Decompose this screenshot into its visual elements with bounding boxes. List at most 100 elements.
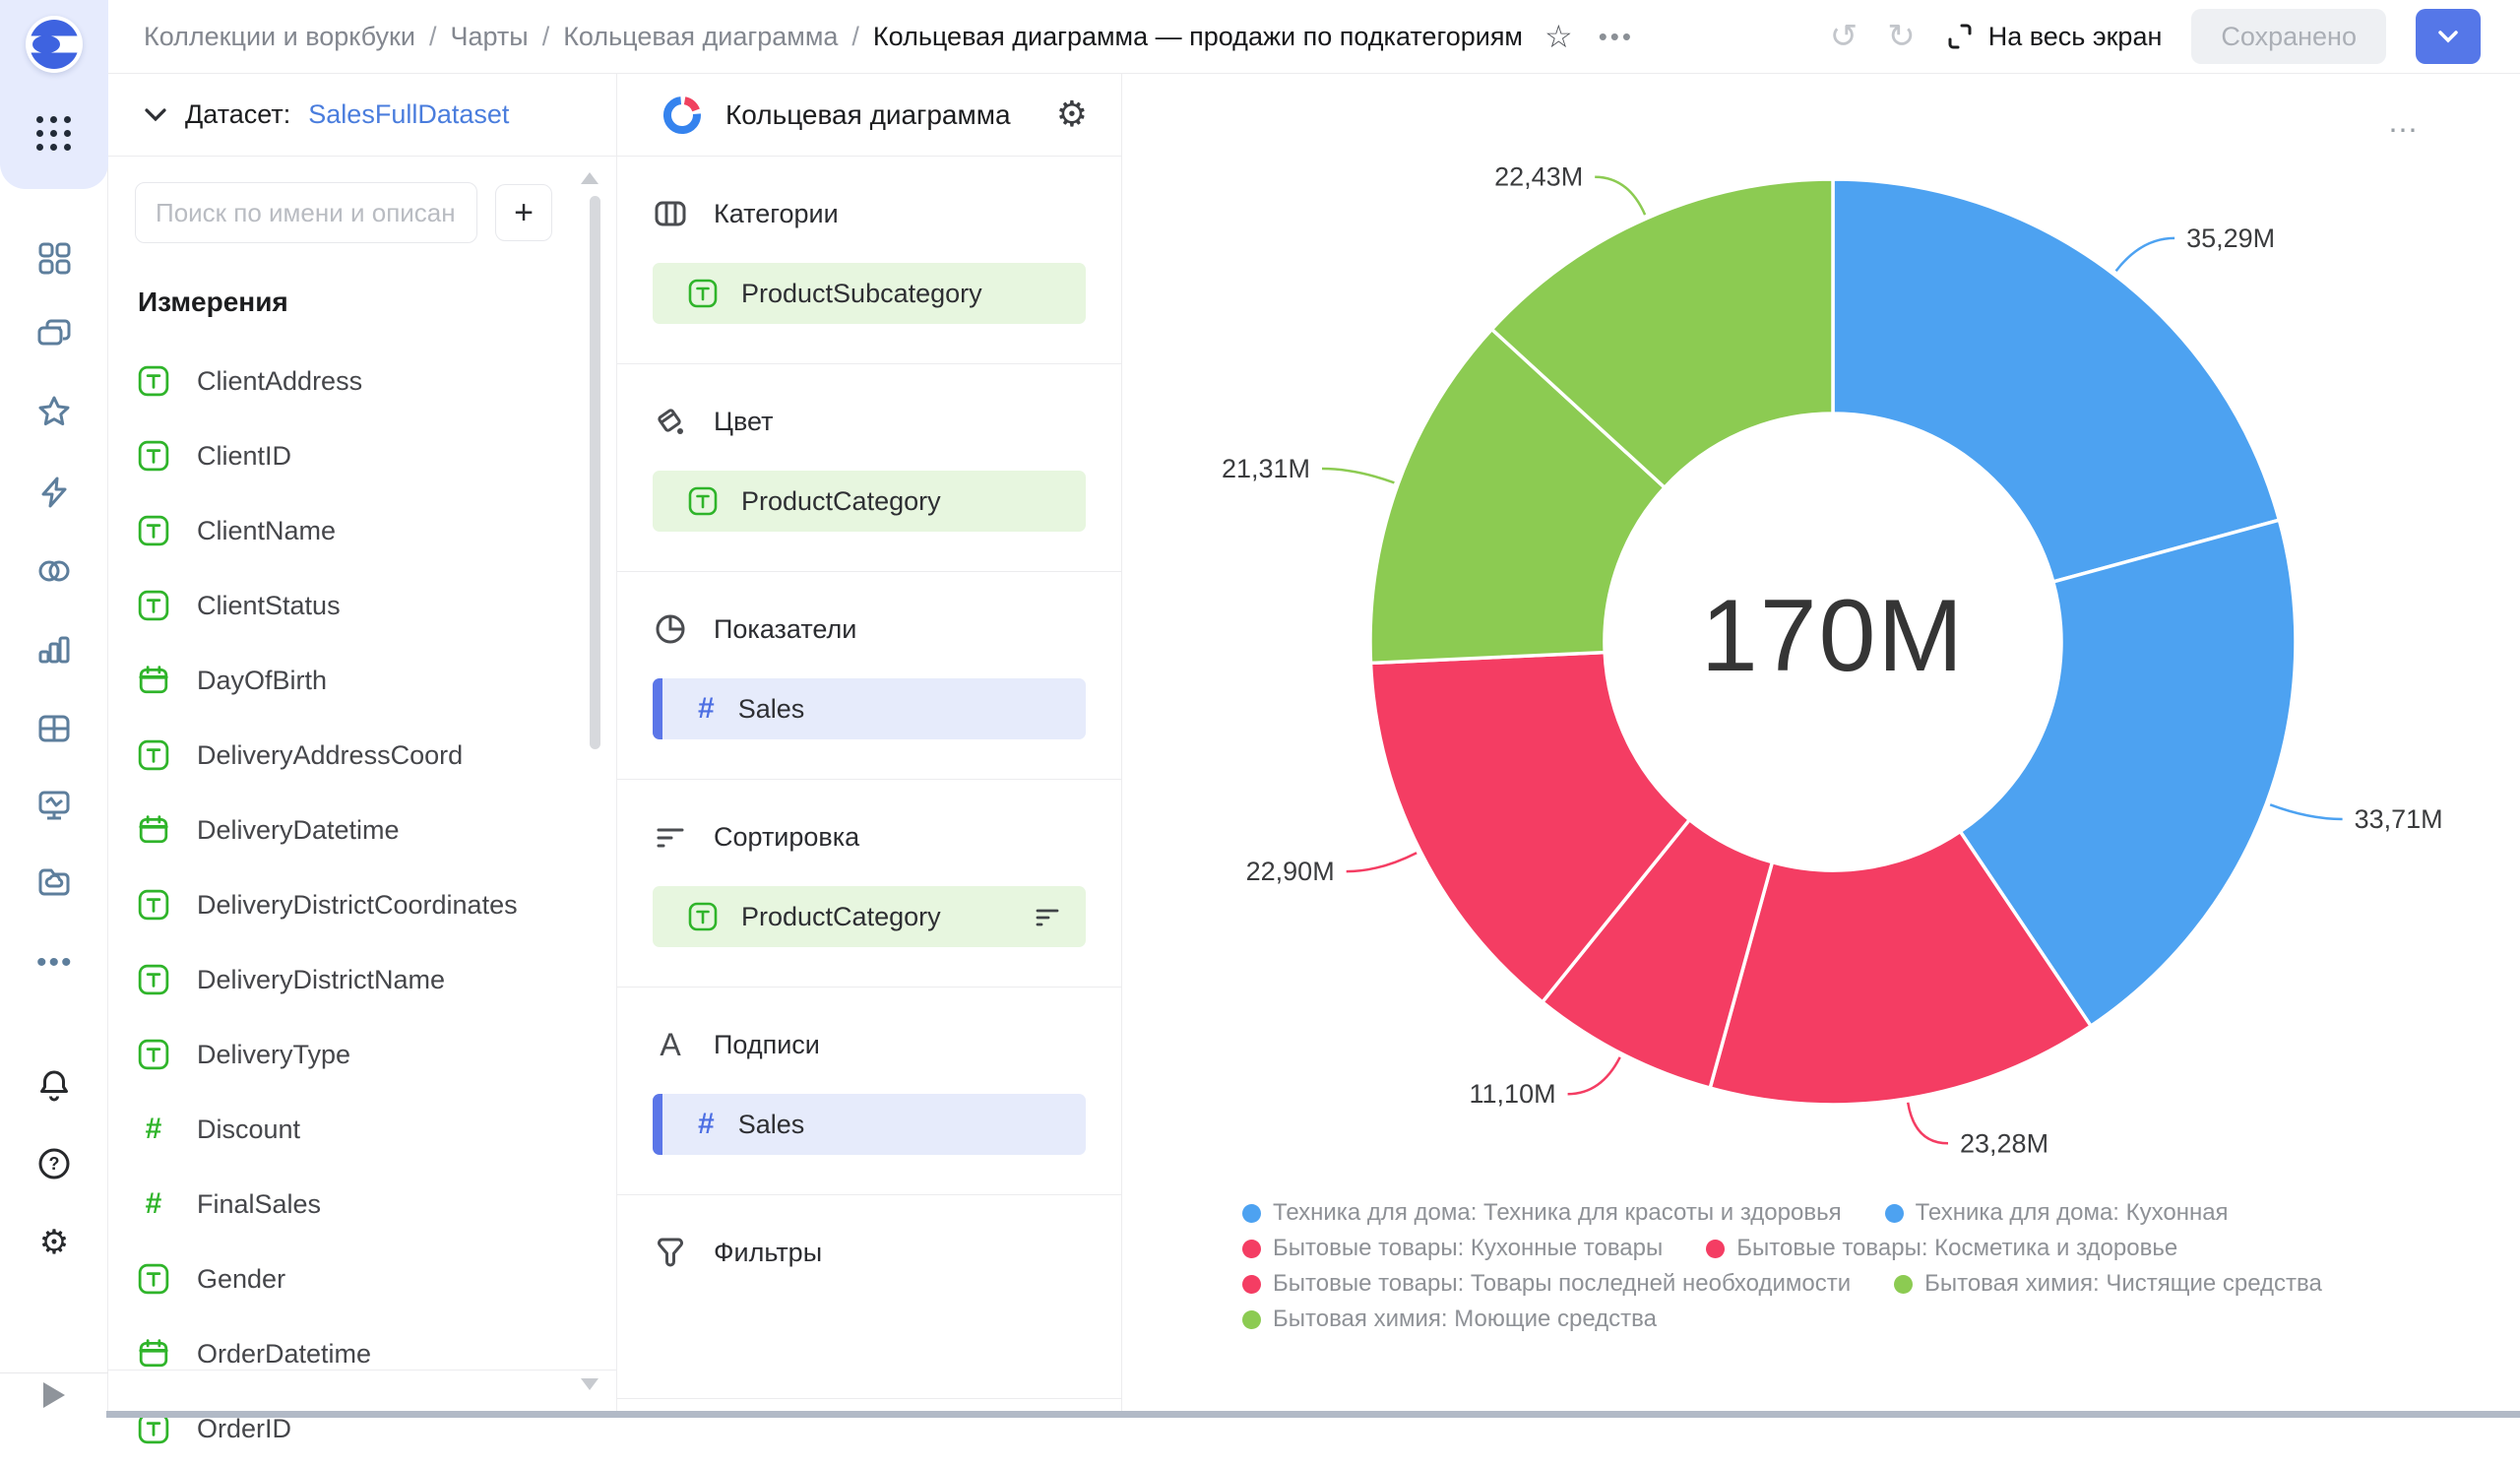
sidebar-item-datasets[interactable] bbox=[36, 553, 72, 589]
sidebar-item-collections[interactable] bbox=[36, 317, 72, 352]
two-circles-icon bbox=[36, 553, 72, 589]
legend-item[interactable]: Бытовые товары: Кухонные товары bbox=[1242, 1235, 1663, 1262]
legend-item[interactable]: Бытовые товары: Товары последней необход… bbox=[1242, 1270, 1851, 1298]
field-row[interactable]: DeliveryDistrictName bbox=[108, 942, 616, 1017]
pill-label: ProductCategory bbox=[741, 902, 941, 932]
sidebar-item-charts[interactable] bbox=[36, 632, 72, 668]
sidebar-item-tables[interactable] bbox=[36, 711, 72, 746]
redo-icon[interactable]: ↻ bbox=[1887, 20, 1916, 53]
title-more-icon[interactable]: ••• bbox=[1599, 22, 1634, 52]
field-row[interactable]: ClientAddress bbox=[108, 344, 616, 418]
datalens-logo[interactable] bbox=[26, 16, 83, 73]
field-row[interactable]: Gender bbox=[108, 1242, 616, 1316]
field-row[interactable]: DeliveryDatetime bbox=[108, 793, 616, 867]
scrollbar-thumb[interactable] bbox=[590, 196, 600, 749]
legend-dot bbox=[1242, 1275, 1261, 1294]
chart-config-panel: Кольцевая диаграмма ⚙ Категории ProductS… bbox=[617, 74, 1122, 1418]
field-row[interactable]: #Discount bbox=[108, 1092, 616, 1167]
donut-center-total: 170M bbox=[1636, 578, 2030, 695]
dataset-name-link[interactable]: SalesFullDataset bbox=[308, 99, 509, 130]
sidebar-item-connections[interactable] bbox=[36, 475, 72, 510]
field-pill-sales-labels[interactable]: # Sales bbox=[653, 1094, 1086, 1155]
dataset-header[interactable]: Датасет: SalesFullDataset bbox=[108, 74, 616, 157]
dataset-panel: Датасет: SalesFullDataset + Измерения Cl… bbox=[108, 74, 617, 1418]
slice-value-label: 22,90M bbox=[1246, 857, 1335, 886]
breadcrumb-charts[interactable]: Чарты bbox=[450, 22, 528, 52]
bell-icon bbox=[36, 1067, 72, 1103]
field-pill-productcategory[interactable]: ProductCategory bbox=[653, 471, 1086, 532]
scroll-up-icon[interactable] bbox=[581, 172, 598, 184]
text-type-icon bbox=[688, 279, 718, 308]
field-row[interactable]: ClientID bbox=[108, 418, 616, 493]
field-row[interactable]: OrderID bbox=[108, 1391, 616, 1466]
lightning-icon bbox=[36, 475, 72, 510]
breadcrumb-workbook[interactable]: Кольцевая диаграмма bbox=[563, 22, 838, 52]
field-pill-productcategory-sort[interactable]: ProductCategory bbox=[653, 886, 1086, 947]
sidebar-item-favorites[interactable] bbox=[36, 394, 72, 429]
scroll-down-icon[interactable] bbox=[581, 1378, 598, 1390]
field-row[interactable]: DeliveryDistrictCoordinates bbox=[108, 867, 616, 942]
fullscreen-button[interactable]: На весь экран bbox=[1945, 22, 2163, 52]
field-name: DeliveryType bbox=[197, 1040, 350, 1070]
label-connector bbox=[1908, 1103, 1948, 1144]
field-name: ClientAddress bbox=[197, 366, 362, 397]
undo-icon[interactable]: ↺ bbox=[1830, 20, 1858, 53]
date-type-icon bbox=[138, 814, 169, 846]
field-name: DayOfBirth bbox=[197, 666, 327, 696]
field-row[interactable]: ClientStatus bbox=[108, 568, 616, 643]
dataset-label: Датасет: bbox=[185, 99, 290, 130]
field-row[interactable]: ClientName bbox=[108, 493, 616, 568]
settings-gear[interactable]: ⚙ bbox=[36, 1225, 72, 1260]
page-title: Кольцевая диаграмма — продажи по подкате… bbox=[873, 22, 1523, 52]
legend-dot bbox=[1706, 1240, 1725, 1258]
field-row[interactable]: OrderDatetime bbox=[108, 1316, 616, 1391]
svg-text:?: ? bbox=[49, 1154, 60, 1174]
text-type-icon bbox=[138, 365, 169, 397]
field-name: ClientID bbox=[197, 441, 291, 472]
field-pill-sales[interactable]: # Sales bbox=[653, 678, 1086, 739]
legend-label: Бытовая химия: Моющие средства bbox=[1273, 1306, 1657, 1333]
add-field-button[interactable]: + bbox=[495, 184, 552, 241]
legend-item[interactable]: Техника для дома: Техника для красоты и … bbox=[1242, 1199, 1842, 1227]
legend-item[interactable]: Бытовая химия: Моющие средства bbox=[1242, 1306, 1657, 1333]
monitor-pulse-icon bbox=[36, 788, 72, 823]
favorite-star-icon[interactable]: ☆ bbox=[1544, 21, 1573, 52]
legend-item[interactable]: Бытовая химия: Чистящие средства bbox=[1894, 1270, 2322, 1298]
save-button[interactable]: Сохранено bbox=[2191, 9, 2386, 64]
field-row[interactable]: #FinalSales bbox=[108, 1167, 616, 1242]
field-row[interactable]: DeliveryType bbox=[108, 1017, 616, 1092]
slice-value-label: 23,28M bbox=[1960, 1128, 2048, 1158]
chevron-down-icon bbox=[2436, 29, 2460, 44]
field-name: ClientName bbox=[197, 516, 336, 546]
text-type-icon bbox=[138, 1263, 169, 1295]
field-name: DeliveryAddressCoord bbox=[197, 740, 463, 771]
pill-label: ProductCategory bbox=[741, 486, 941, 517]
legend-item[interactable]: Техника для дома: Кухонная bbox=[1885, 1199, 2229, 1227]
notifications-bell[interactable] bbox=[36, 1067, 72, 1103]
help-button[interactable]: ? bbox=[36, 1146, 72, 1181]
field-row[interactable]: DayOfBirth bbox=[108, 643, 616, 718]
tiles-icon bbox=[36, 240, 72, 276]
bottom-strip bbox=[106, 1411, 2520, 1418]
search-input[interactable] bbox=[135, 182, 477, 243]
field-name: OrderID bbox=[197, 1414, 291, 1444]
text-type-icon bbox=[138, 590, 169, 621]
sidebar-item-overview[interactable] bbox=[36, 240, 72, 276]
sidebar-item-dashboards[interactable] bbox=[36, 788, 72, 823]
legend-item[interactable]: Бытовые товары: Косметика и здоровье bbox=[1706, 1235, 2177, 1262]
chevron-down-icon bbox=[144, 107, 167, 122]
sidebar-item-storage[interactable] bbox=[36, 864, 72, 900]
pill-label: Sales bbox=[738, 694, 805, 725]
chart-settings-gear-icon[interactable]: ⚙ bbox=[1056, 97, 1088, 133]
expand-rail-button[interactable] bbox=[43, 1382, 65, 1408]
section-label: Подписи bbox=[714, 1030, 820, 1060]
apps-grid-icon[interactable] bbox=[36, 116, 72, 152]
legend-row: Техника для дома: Техника для красоты и … bbox=[1242, 1195, 2322, 1231]
save-dropdown-button[interactable] bbox=[2416, 9, 2481, 64]
field-pill-productsubcategory[interactable]: ProductSubcategory bbox=[653, 263, 1086, 324]
field-row[interactable]: DeliveryAddressCoord bbox=[108, 718, 616, 793]
breadcrumb-collections[interactable]: Коллекции и воркбуки bbox=[144, 22, 415, 52]
funnel-icon bbox=[653, 1235, 688, 1270]
sort-direction-icon[interactable] bbox=[1033, 902, 1062, 931]
sidebar-more-icon[interactable]: ••• bbox=[36, 945, 72, 981]
